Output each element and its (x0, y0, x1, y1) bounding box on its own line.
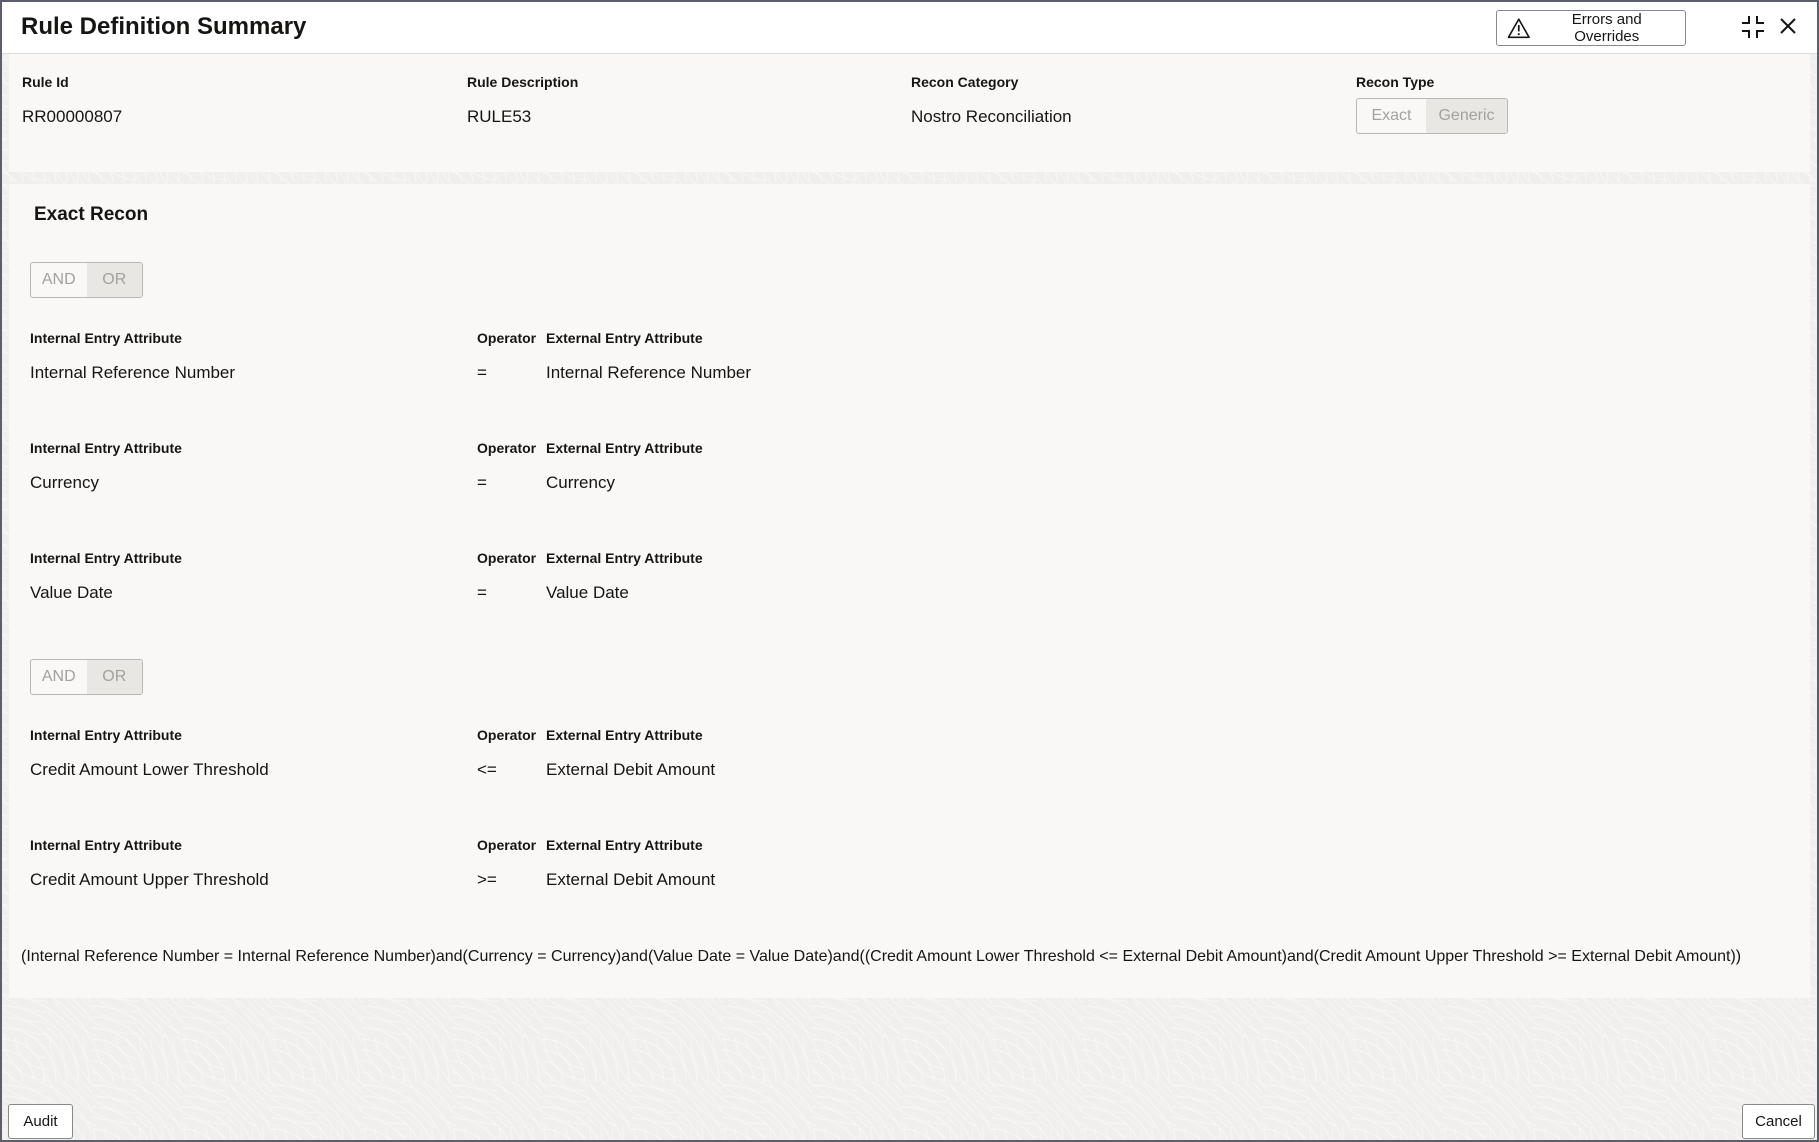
rule-row: Internal Entry Attribute Operator Extern… (30, 837, 1030, 897)
rule-row: Internal Entry Attribute Operator Extern… (30, 440, 1030, 500)
rule-id-field: Rule Id RR00000807 (22, 74, 122, 127)
or-option[interactable]: OR (86, 660, 142, 694)
page-title: Rule Definition Summary (21, 13, 307, 40)
internal-entry-value: Value Date (30, 583, 113, 602)
operator-value: = (477, 583, 487, 602)
rule-expression: (Internal Reference Number = Internal Re… (21, 948, 1742, 965)
recon-type-label: Recon Type (1356, 74, 1435, 90)
operator-value: >= (477, 870, 497, 889)
internal-entry-value: Credit Amount Upper Threshold (30, 870, 269, 889)
internal-entry-value: Credit Amount Lower Threshold (30, 760, 269, 779)
window-header: Rule Definition Summary Errors and Overr… (2, 2, 1817, 54)
and-option[interactable]: AND (31, 660, 87, 694)
internal-entry-value: Currency (30, 473, 99, 492)
external-entry-label: External Entry Attribute (546, 550, 703, 566)
operator-label: Operator (477, 727, 537, 743)
rule-definition-window: Rule Definition Summary Errors and Overr… (0, 0, 1819, 1142)
external-entry-value: External Debit Amount (546, 870, 716, 889)
recon-category-field: Recon Category Nostro Reconciliation (911, 74, 1072, 127)
collapse-icon[interactable] (1740, 14, 1766, 40)
external-entry-label: External Entry Attribute (546, 727, 703, 743)
recon-type-toggle: Exact Generic (1356, 98, 1508, 134)
summary-panel: Rule Id RR00000807 Rule Description RULE… (9, 54, 1810, 172)
external-entry-label: External Entry Attribute (546, 837, 703, 853)
rule-description-field: Rule Description RULE53 (467, 74, 578, 127)
external-entry-label: External Entry Attribute (546, 440, 703, 456)
errors-and-overrides-button[interactable]: Errors and Overrides (1496, 10, 1686, 46)
rule-id-label: Rule Id (22, 74, 69, 90)
operator-value: <= (477, 760, 497, 779)
cancel-button[interactable]: Cancel (1742, 1104, 1815, 1139)
internal-entry-label: Internal Entry Attribute (30, 727, 182, 743)
rule-row: Internal Entry Attribute Operator Extern… (30, 550, 1030, 610)
operator-label: Operator (477, 440, 537, 456)
recon-type-field: Recon Type Exact Generic (1356, 74, 1508, 134)
rule-id-value: RR00000807 (22, 107, 123, 126)
rule-description-label: Rule Description (467, 74, 579, 90)
recon-category-label: Recon Category (911, 74, 1019, 90)
close-icon[interactable] (1777, 15, 1799, 37)
rule-description-value: RULE53 (467, 107, 532, 126)
external-entry-label: External Entry Attribute (546, 330, 703, 346)
condition-toggle-1: AND OR (30, 262, 143, 298)
internal-entry-label: Internal Entry Attribute (30, 330, 182, 346)
external-entry-value: Value Date (546, 583, 629, 602)
external-entry-value: Internal Reference Number (546, 363, 752, 382)
audit-button[interactable]: Audit (8, 1104, 73, 1139)
rule-row: Internal Entry Attribute Operator Extern… (30, 727, 1030, 787)
or-option[interactable]: OR (86, 263, 142, 297)
operator-value: = (477, 473, 487, 492)
condition-toggle-2: AND OR (30, 659, 143, 695)
section-title: Exact Recon (34, 204, 149, 225)
internal-entry-label: Internal Entry Attribute (30, 440, 182, 456)
external-entry-value: Currency (546, 473, 615, 492)
warning-triangle-icon (1507, 18, 1530, 39)
operator-label: Operator (477, 330, 537, 346)
exact-recon-panel: Exact Recon AND OR Internal Entry Attrib… (9, 184, 1810, 998)
internal-entry-label: Internal Entry Attribute (30, 837, 182, 853)
rule-row: Internal Entry Attribute Operator Extern… (30, 330, 1030, 390)
external-entry-value: External Debit Amount (546, 760, 716, 779)
operator-label: Operator (477, 550, 537, 566)
recon-type-exact-option[interactable]: Exact (1357, 99, 1426, 133)
and-option[interactable]: AND (31, 263, 87, 297)
operator-label: Operator (477, 837, 537, 853)
errors-and-overrides-label: Errors and Overrides (1571, 11, 1642, 45)
operator-value: = (477, 363, 487, 382)
recon-type-generic-option[interactable]: Generic (1426, 99, 1507, 133)
recon-category-value: Nostro Reconciliation (911, 107, 1072, 126)
internal-entry-label: Internal Entry Attribute (30, 550, 182, 566)
internal-entry-value: Internal Reference Number (30, 363, 236, 382)
